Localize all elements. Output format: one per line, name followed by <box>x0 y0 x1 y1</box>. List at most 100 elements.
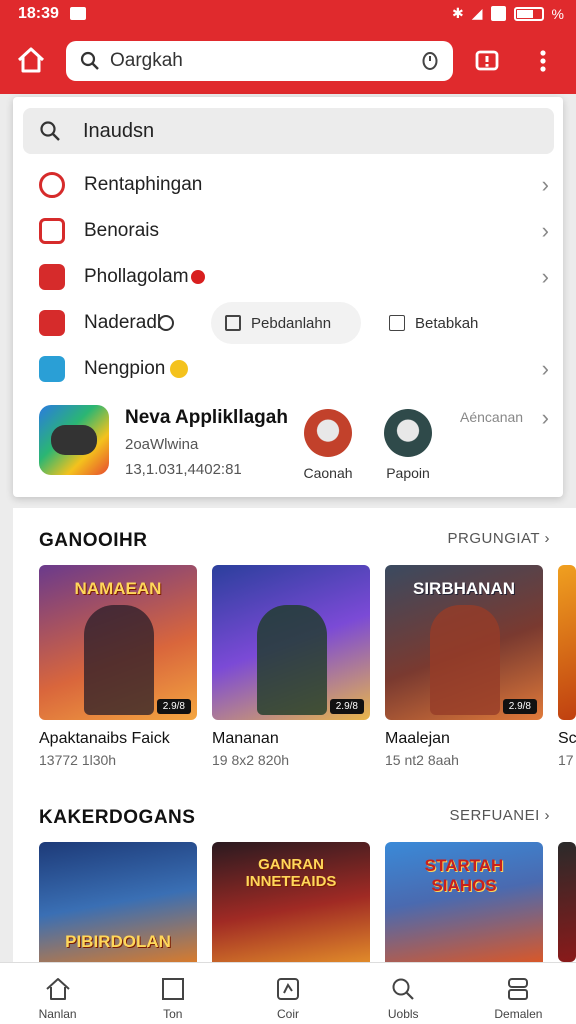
nav-label: Ton <box>163 1007 183 1021</box>
search-dropdown: Inaudsn Rentaphingan › Benorais › Pholla… <box>13 97 563 497</box>
game-card[interactable]: Sc 17 <box>558 565 576 768</box>
search-input[interactable]: Oargkah <box>110 50 421 72</box>
mail-icon <box>70 7 86 20</box>
game-art <box>558 565 576 720</box>
bottom-nav: Nanlan Ton Coir Uobls Demalen <box>0 962 576 1024</box>
game-card[interactable]: PIBIRDOLAN <box>39 842 197 962</box>
nav-label: Demalen <box>494 1007 543 1021</box>
avatar-1[interactable] <box>304 409 352 457</box>
game-card[interactable]: GANRAN INNETEAIDS <box>212 842 370 962</box>
dropdown-row-4[interactable]: Naderadl Pebdanlahn Betabkah <box>13 301 563 345</box>
game-card[interactable]: NAMAEAN 2.9/8 Apaktanaibs Faick 13772 1l… <box>39 565 197 768</box>
hero-figure <box>430 605 500 715</box>
checkbox-icon <box>225 315 241 331</box>
chevron-right-icon[interactable]: › <box>542 405 549 431</box>
battery-icon <box>513 6 544 21</box>
section-games: GANOOIHR PRGUNGIAT › NAMAEAN 2.9/8 Apakt… <box>13 508 576 788</box>
emoji-icon <box>170 360 188 378</box>
more-vert-icon[interactable] <box>526 44 560 78</box>
dropdown-row-2[interactable]: Benorais › <box>13 209 563 253</box>
signal-icon: ◢ <box>471 5 483 21</box>
dropdown-row-3[interactable]: Phollagolam › <box>13 255 563 299</box>
avatar-label-1: Caonah <box>303 465 353 481</box>
game-meta: 17 <box>558 752 574 768</box>
image-box-icon <box>389 315 405 331</box>
status-bar: 18:39 ✱ ◢ % <box>0 0 576 30</box>
gamepad-icon <box>39 264 65 290</box>
game-art <box>558 842 576 962</box>
search-icon <box>40 121 60 141</box>
rating-badge: 2.9/8 <box>156 699 191 714</box>
battery-percent: % <box>551 5 564 22</box>
filter-pill-2[interactable]: Betabkah <box>375 302 525 344</box>
pill-label: Betabkah <box>415 314 479 332</box>
featured-app-icon[interactable] <box>39 405 109 475</box>
status-right: ✱ ◢ % <box>452 5 564 22</box>
row-label: Phollagolam <box>84 266 189 287</box>
game-name: Apaktanaibs Faick <box>39 730 170 747</box>
game-card[interactable] <box>558 842 576 962</box>
featured-app-stats: 13,1.031,4402:81 <box>125 461 242 478</box>
art-title: SIRBHANAN <box>413 579 515 598</box>
row-label: Naderadl <box>84 312 162 333</box>
game-card[interactable]: 2.9/8 Mananan 19 8x2 820h <box>212 565 370 768</box>
search-icon <box>80 51 99 70</box>
chevron-right-icon: › <box>541 356 549 381</box>
dropdown-row-5[interactable]: Nengpion › <box>13 347 563 391</box>
game-art: 2.9/8 <box>212 565 370 720</box>
pill-label: Pebdanlahn <box>251 314 332 332</box>
chevron-right-icon: › <box>541 264 549 289</box>
square-icon <box>161 978 184 1000</box>
game-art: SIRBHANAN 2.9/8 <box>385 565 543 720</box>
rating-badge: 2.9/8 <box>502 699 537 714</box>
nav-item-top[interactable]: Ton <box>115 963 230 1024</box>
section-more-link[interactable]: PRGUNGIAT › <box>448 530 550 547</box>
avatar-2[interactable] <box>384 409 432 457</box>
mic-icon[interactable] <box>421 50 439 72</box>
search-icon <box>392 978 414 1000</box>
notification-icon <box>490 6 506 21</box>
nav-item-search[interactable]: Uobls <box>346 963 461 1024</box>
filter-pill-1[interactable]: Pebdanlahn <box>211 302 361 344</box>
hero-figure <box>257 605 327 715</box>
status-time: 18:39 <box>18 5 59 22</box>
search-bar[interactable]: Oargkah <box>66 41 453 81</box>
nav-item-home[interactable]: Nanlan <box>0 963 115 1024</box>
square-icon <box>39 218 65 244</box>
dropdown-search-text: Inaudsn <box>83 119 155 142</box>
home-icon[interactable] <box>14 44 48 76</box>
bluetooth-icon: ✱ <box>452 5 464 21</box>
row-label: Nengpion <box>84 358 166 379</box>
row-label: Benorais <box>84 220 159 241</box>
featured-app-name[interactable]: Neva Applikllagah <box>125 407 288 429</box>
top-bar: 18:39 ✱ ◢ % Oargkah <box>0 0 576 94</box>
message-icon[interactable] <box>470 44 504 78</box>
dropdown-search-field[interactable]: Inaudsn <box>23 108 554 154</box>
art-title: STARTAH SIAHOS <box>424 856 504 895</box>
game-art: STARTAH SIAHOS <box>385 842 543 962</box>
avatar-label-2: Papoin <box>386 465 430 481</box>
refresh-icon <box>39 172 65 198</box>
art-title: NAMAEAN <box>74 579 162 598</box>
calendar-icon <box>39 356 65 382</box>
gamepad-icon <box>51 425 97 455</box>
nav-item-profile[interactable]: Demalen <box>461 963 576 1024</box>
nav-item-games[interactable]: Coir <box>230 963 345 1024</box>
game-name: Mananan <box>212 730 279 747</box>
home-icon <box>45 978 70 1000</box>
game-meta: 13772 1l30h <box>39 752 117 768</box>
section-title: GANOOIHR <box>39 530 148 551</box>
section-more-link[interactable]: SERFUANEI › <box>449 807 550 824</box>
clock-icon <box>158 315 174 331</box>
dropdown-row-1[interactable]: Rentaphingan › <box>13 163 563 207</box>
nav-label: Coir <box>277 1007 300 1021</box>
featured-more-link[interactable]: Aéncanan <box>460 409 523 425</box>
gamepad-icon <box>277 978 299 1000</box>
chevron-right-icon: › <box>541 218 549 243</box>
row-label: Rentaphingan <box>84 174 203 195</box>
game-card[interactable]: STARTAH SIAHOS <box>385 842 543 962</box>
section-title: KAKERDOGANS <box>39 807 196 828</box>
featured-app-sub: 2oaWlwina <box>125 436 199 453</box>
game-card[interactable]: SIRBHANAN 2.9/8 Maalejan 15 nt2 8aah <box>385 565 543 768</box>
hero-figure <box>84 605 154 715</box>
